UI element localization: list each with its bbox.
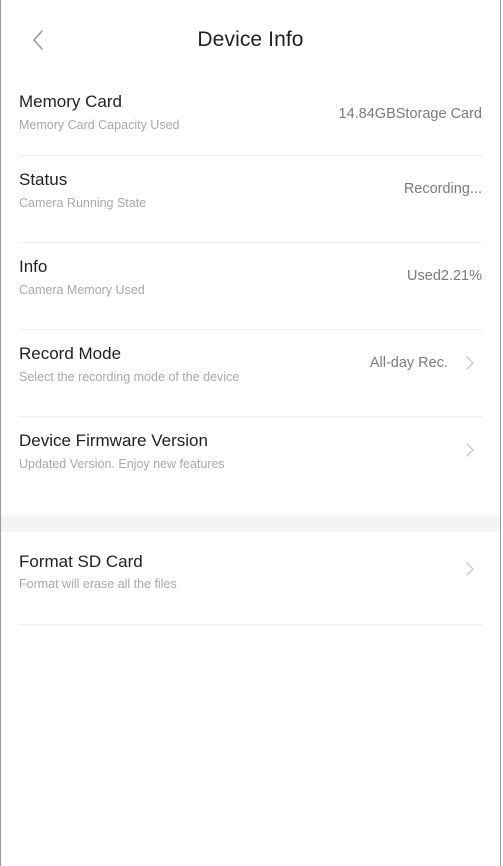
format-sd-card-label: Format SD Card (19, 552, 143, 571)
memory-card-subtitle: Memory Card Capacity Used (19, 118, 180, 132)
page-title: Device Info (197, 28, 304, 51)
record-mode-label: Record Mode (19, 344, 122, 363)
info-value: Used2.21% (407, 268, 482, 284)
firmware-version-label: Device Firmware Version (19, 431, 208, 450)
format-sd-card-subtitle: Format will erase all the files (19, 577, 177, 591)
firmware-version-subtitle: Updated Version. Enjoy new features (19, 457, 225, 471)
chevron-right-icon (466, 562, 480, 580)
memory-card-label: Memory Card (19, 92, 122, 111)
record-mode-row[interactable]: Record Mode Select the recording mode of… (19, 330, 482, 417)
storage-actions-list: Format SD Card Format will erase all the… (1, 552, 500, 625)
status-label: Status (19, 170, 68, 189)
firmware-version-row[interactable]: Device Firmware Version Updated Version.… (19, 417, 482, 504)
chevron-right-icon (466, 356, 480, 374)
record-mode-subtitle: Select the recording mode of the device (19, 370, 240, 384)
memory-card-value: 14.84GBStorage Card (338, 106, 482, 122)
format-sd-card-row[interactable]: Format SD Card Format will erase all the… (19, 552, 482, 625)
device-info-list: Memory Card Memory Card Capacity Used 14… (1, 80, 500, 504)
status-row: Status Camera Running State Recording... (19, 156, 482, 243)
chevron-right-icon (466, 443, 480, 461)
info-subtitle: Camera Memory Used (19, 283, 145, 297)
info-label: Info (19, 257, 48, 276)
record-mode-value: All-day Rec. (369, 355, 448, 371)
memory-card-row: Memory Card Memory Card Capacity Used 14… (19, 80, 482, 156)
header: Device Info (1, 0, 500, 80)
info-row: Info Camera Memory Used Used2.21% (19, 243, 482, 330)
device-info-screen: Device Info Memory Card Memory Card Capa… (0, 0, 501, 866)
status-value: Recording... (403, 181, 482, 197)
status-subtitle: Camera Running State (19, 196, 147, 210)
section-divider (1, 515, 500, 532)
